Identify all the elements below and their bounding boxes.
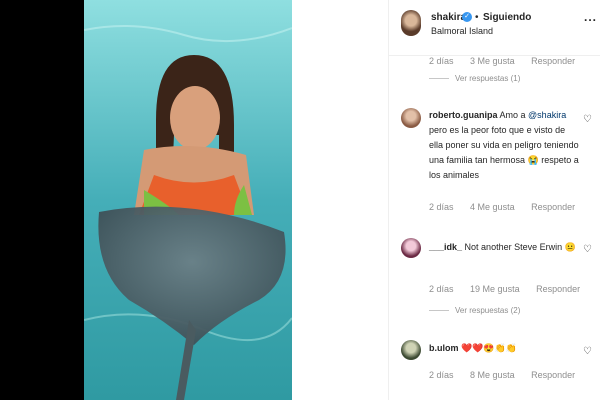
comment-meta: 2 días 8 Me gusta Responder — [429, 370, 589, 380]
comment-body-end: pero es la peor foto que e visto de ella… — [429, 125, 579, 180]
comment-time: 2 días — [429, 202, 454, 212]
post-photo[interactable] — [84, 0, 292, 400]
commenter-avatar[interactable] — [401, 340, 421, 360]
comment-meta-top: 2 días 3 Me gusta Responder — [429, 56, 589, 66]
heart-outline-icon[interactable]: ♡ — [583, 244, 592, 255]
view-replies-text[interactable]: Ver respuestas (2) — [455, 306, 520, 315]
comment-body-start: Amo a — [499, 110, 529, 120]
reply-button[interactable]: Responder — [536, 284, 580, 294]
author-username[interactable]: shakira — [431, 12, 466, 23]
post-location[interactable]: Balmoral Island — [431, 26, 493, 36]
comment-meta: 2 días 19 Me gusta Responder — [429, 284, 594, 294]
commenter-username[interactable]: ___idk_ — [429, 242, 462, 252]
reply-button[interactable]: Responder — [531, 202, 575, 212]
heart-outline-icon[interactable]: ♡ — [583, 346, 592, 357]
view-replies-link[interactable]: Ver respuestas (1) — [429, 74, 520, 83]
heart-outline-icon[interactable]: ♡ — [583, 114, 592, 125]
separator-dot: • — [475, 12, 479, 23]
replies-line — [429, 78, 449, 80]
comment-likes[interactable]: 3 Me gusta — [470, 56, 515, 66]
comment-body: Not another Steve Erwin 😐 — [464, 242, 576, 252]
comments-panel: shakira ✓ • Siguiendo Balmoral Island ..… — [388, 0, 600, 400]
view-replies-link[interactable]: Ver respuestas (2) — [429, 306, 520, 315]
comment-time: 2 días — [429, 56, 454, 66]
verified-badge-icon: ✓ — [462, 12, 472, 22]
comment-likes[interactable]: 4 Me gusta — [470, 202, 515, 212]
reply-button[interactable]: Responder — [531, 370, 575, 380]
photo-illustration — [84, 0, 292, 400]
comment-likes[interactable]: 19 Me gusta — [470, 284, 520, 294]
reply-button[interactable]: Responder — [531, 56, 575, 66]
commenter-username[interactable]: roberto.guanipa — [429, 110, 498, 120]
view-replies-text[interactable]: Ver respuestas (1) — [455, 74, 520, 83]
following-button[interactable]: Siguiendo — [483, 12, 531, 23]
comment-time: 2 días — [429, 284, 454, 294]
post-header: shakira ✓ • Siguiendo Balmoral Island ..… — [389, 0, 600, 56]
more-options-button[interactable]: ... — [584, 10, 597, 24]
left-background — [0, 0, 84, 400]
author-avatar[interactable] — [401, 10, 421, 36]
commenter-avatar[interactable] — [401, 108, 421, 128]
comment-likes[interactable]: 8 Me gusta — [470, 370, 515, 380]
commenter-username[interactable]: b.ulom — [429, 343, 459, 353]
comment-body: ❤️❤️😍👏👏 — [461, 343, 518, 353]
comment-text: roberto.guanipa Amo a @shakira pero es l… — [429, 108, 579, 183]
comment-text: b.ulom ❤️❤️😍👏👏 — [429, 341, 579, 356]
comment-meta: 2 días 4 Me gusta Responder — [429, 202, 589, 212]
mention-link[interactable]: @shakira — [528, 110, 566, 120]
spacer — [292, 0, 388, 400]
replies-line — [429, 310, 449, 312]
comment-time: 2 días — [429, 370, 454, 380]
comment-text: ___idk_ Not another Steve Erwin 😐 — [429, 240, 579, 255]
commenter-avatar[interactable] — [401, 238, 421, 258]
